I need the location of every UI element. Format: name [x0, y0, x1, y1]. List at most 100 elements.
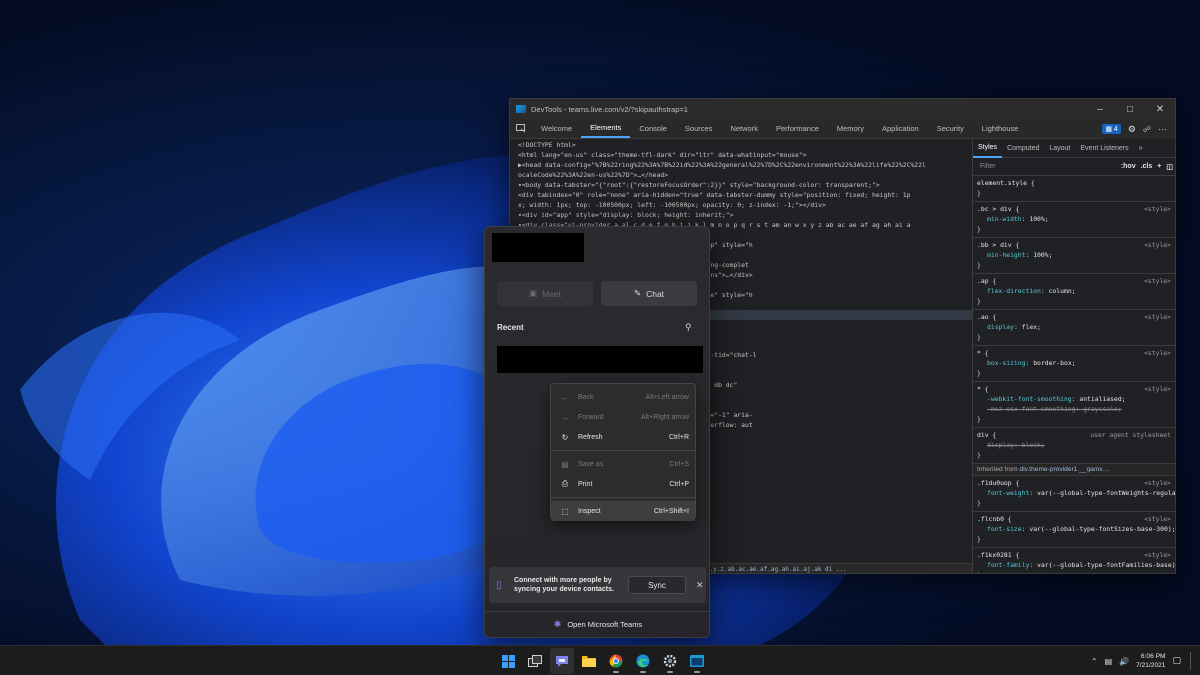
cls-toggle[interactable]: .cls — [1141, 163, 1153, 170]
css-property[interactable]: min-width: 100%; — [977, 214, 1173, 224]
tab-sources[interactable]: Sources — [676, 119, 722, 138]
menu-item-inspect[interactable]: ⬚ Inspect Ctrl+Shift+I — [551, 501, 695, 521]
menu-item-forward[interactable]: → Forward Alt+Right arrow — [551, 407, 695, 427]
chat-label: Chat — [646, 288, 665, 299]
css-property[interactable]: box-sizing: border-box; — [977, 358, 1173, 368]
hov-toggle[interactable]: :hov — [1121, 163, 1136, 170]
style-rule[interactable]: div {user agent stylesheet display: block… — [973, 428, 1175, 464]
tab-application[interactable]: Application — [873, 119, 928, 138]
clock[interactable]: 6:06 PM 7/21/2021 — [1136, 652, 1165, 670]
notifications-icon[interactable]: ▢ — [1172, 656, 1181, 666]
styles-filter-input[interactable]: Filter — [977, 160, 1116, 174]
task-view-icon[interactable] — [523, 648, 547, 674]
settings-icon[interactable] — [658, 648, 682, 674]
chevron-more-icon[interactable]: » — [1134, 139, 1148, 158]
tab-network[interactable]: Network — [721, 119, 767, 138]
tab-event-listeners[interactable]: Event Listeners — [1075, 139, 1133, 158]
volume-icon[interactable]: 🔊 — [1119, 657, 1129, 666]
phone-icon: ▯ — [496, 579, 502, 591]
minimize-icon[interactable]: – — [1085, 99, 1115, 119]
tab-performance[interactable]: Performance — [767, 119, 828, 138]
dom-node-line[interactable]: <!DOCTYPE html> — [510, 140, 972, 150]
rule-source-link[interactable]: <style> — [1144, 348, 1171, 358]
show-desktop-button[interactable] — [1190, 652, 1192, 670]
rule-source-link[interactable]: <style> — [1144, 312, 1171, 322]
dom-node-line[interactable]: x; width: 1px; top: -100500px; left: -10… — [510, 200, 972, 210]
teams-chat-icon[interactable] — [550, 648, 574, 674]
css-property[interactable]: font-weight: var(--global-type-fontWeigh… — [977, 488, 1175, 498]
css-property[interactable]: font-family: var(--global-type-fontFamil… — [977, 560, 1175, 570]
dom-node-line[interactable]: <div tabindex="0" role="none" aria-hidde… — [510, 190, 972, 200]
search-icon[interactable]: ⚲ — [685, 322, 692, 333]
style-rule[interactable]: .flcnb0 {<style> font-size: var(--global-… — [973, 512, 1175, 548]
style-rule[interactable]: * {<style> box-sizing: border-box;} — [973, 346, 1175, 382]
rule-source-link[interactable]: <style> — [1144, 276, 1171, 286]
property-name: box-sizing — [987, 359, 1026, 367]
menu-item-save-as[interactable]: ▤ Save as Ctrl+S — [551, 454, 695, 474]
maximize-icon[interactable]: □ — [1115, 99, 1145, 119]
dom-node-line[interactable]: ▶<head data-config="%7B%22ring%22%3A%7B%… — [510, 160, 972, 170]
menu-item-print[interactable]: ⎙ Print Ctrl+P — [551, 474, 695, 494]
css-property[interactable]: display: block; — [977, 440, 1173, 450]
rule-source-link[interactable]: <style> — [1144, 550, 1171, 560]
tab-security[interactable]: Security — [928, 119, 973, 138]
tab-lighthouse[interactable]: Lighthouse — [973, 119, 1028, 138]
link-icon[interactable]: ☍ — [1143, 125, 1151, 134]
tab-memory[interactable]: Memory — [828, 119, 873, 138]
edge-icon[interactable] — [631, 648, 655, 674]
sync-button[interactable]: Sync — [628, 576, 686, 594]
windows-start-icon[interactable] — [496, 648, 520, 674]
dom-node-line[interactable]: <html lang="en-us" class="theme-tfl-dark… — [510, 150, 972, 160]
rule-source-link[interactable]: <style> — [1144, 240, 1171, 250]
file-explorer-icon[interactable] — [577, 648, 601, 674]
tab-elements[interactable]: Elements — [581, 119, 631, 138]
tab-computed[interactable]: Computed — [1002, 139, 1044, 158]
toggle-sidebar-icon[interactable]: ◫ — [1166, 163, 1173, 171]
css-property[interactable]: flex-direction: column; — [977, 286, 1173, 296]
style-rule[interactable]: .f1du0uop {<style> font-weight: var(--glo… — [973, 476, 1175, 512]
rule-source-link[interactable]: <style> — [1144, 514, 1171, 524]
devtools-titlebar[interactable]: DevTools - teams.live.com/v2/?skipauthst… — [510, 99, 1175, 119]
device-toolbar-icon[interactable] — [510, 119, 532, 138]
dom-node-line[interactable]: ▾<div id="app" style="display: block; he… — [510, 210, 972, 220]
devtools-icon[interactable] — [685, 648, 709, 674]
open-microsoft-teams-link[interactable]: ✱ Open Microsoft Teams — [485, 611, 709, 637]
chrome-icon[interactable] — [604, 648, 628, 674]
rule-source-link[interactable]: <style> — [1144, 478, 1171, 488]
issues-badge[interactable]: ▦ 4 — [1102, 124, 1121, 134]
dom-node-line[interactable]: ▾<body data-tabster="{"root":{"restoreFo… — [510, 180, 972, 190]
rule-source-link[interactable]: user agent stylesheet — [1090, 430, 1171, 440]
style-rule[interactable]: .ao {<style> display: flex;} — [973, 310, 1175, 346]
chevron-up-icon[interactable]: ⌃ — [1091, 657, 1098, 666]
close-icon[interactable]: ✕ — [1145, 99, 1175, 119]
style-rule[interactable]: .bb > div {<style> min-height: 100%;} — [973, 238, 1175, 274]
close-icon[interactable]: ✕ — [696, 580, 704, 591]
tab-layout[interactable]: Layout — [1044, 139, 1075, 158]
add-rule-icon[interactable]: + — [1157, 163, 1161, 170]
redacted-chat-item[interactable] — [497, 346, 703, 373]
tab-styles[interactable]: Styles — [973, 139, 1003, 158]
css-property[interactable]: display: flex; — [977, 322, 1173, 332]
css-property[interactable]: -moz-osx-font-smoothing: grayscale; — [977, 404, 1173, 414]
style-rule[interactable]: .ap {<style> flex-direction: column;} — [973, 274, 1175, 310]
dom-node-line[interactable]: ocaleCode%22%3A%22en-us%22%7D">…</head> — [510, 170, 972, 180]
rule-source-link[interactable]: <style> — [1144, 384, 1171, 394]
network-icon[interactable]: ▤ — [1105, 657, 1113, 666]
tab-console[interactable]: Console — [630, 119, 676, 138]
tab-welcome[interactable]: Welcome — [532, 119, 581, 138]
style-rule[interactable]: element.style {} — [973, 176, 1175, 202]
menu-item-back[interactable]: ← Back Alt+Left arrow — [551, 387, 695, 407]
css-property[interactable]: font-size: var(--global-type-fontSizes-b… — [977, 524, 1175, 534]
css-property[interactable]: min-height: 100%; — [977, 250, 1173, 260]
rule-source-link[interactable]: <style> — [1144, 204, 1171, 214]
meet-button[interactable]: ▣ Meet — [497, 281, 593, 306]
style-rule[interactable]: .bc > div {<style> min-width: 100%;} — [973, 202, 1175, 238]
more-icon[interactable]: ⋯ — [1158, 124, 1167, 135]
style-rule[interactable]: .f1kx0281 {<style> font-family: var(--glo… — [973, 548, 1175, 573]
menu-item-refresh[interactable]: ↻ Refresh Ctrl+R — [551, 427, 695, 447]
css-property[interactable]: -webkit-font-smoothing: antialiased; — [977, 394, 1173, 404]
inherited-from-link[interactable]: div.theme-provider1.__qamx… — [1020, 466, 1110, 473]
style-rule[interactable]: * {<style> -webkit-font-smoothing: antial… — [973, 382, 1175, 428]
gear-icon[interactable]: ⚙ — [1128, 124, 1136, 135]
chat-button[interactable]: ✎ Chat — [601, 281, 697, 306]
